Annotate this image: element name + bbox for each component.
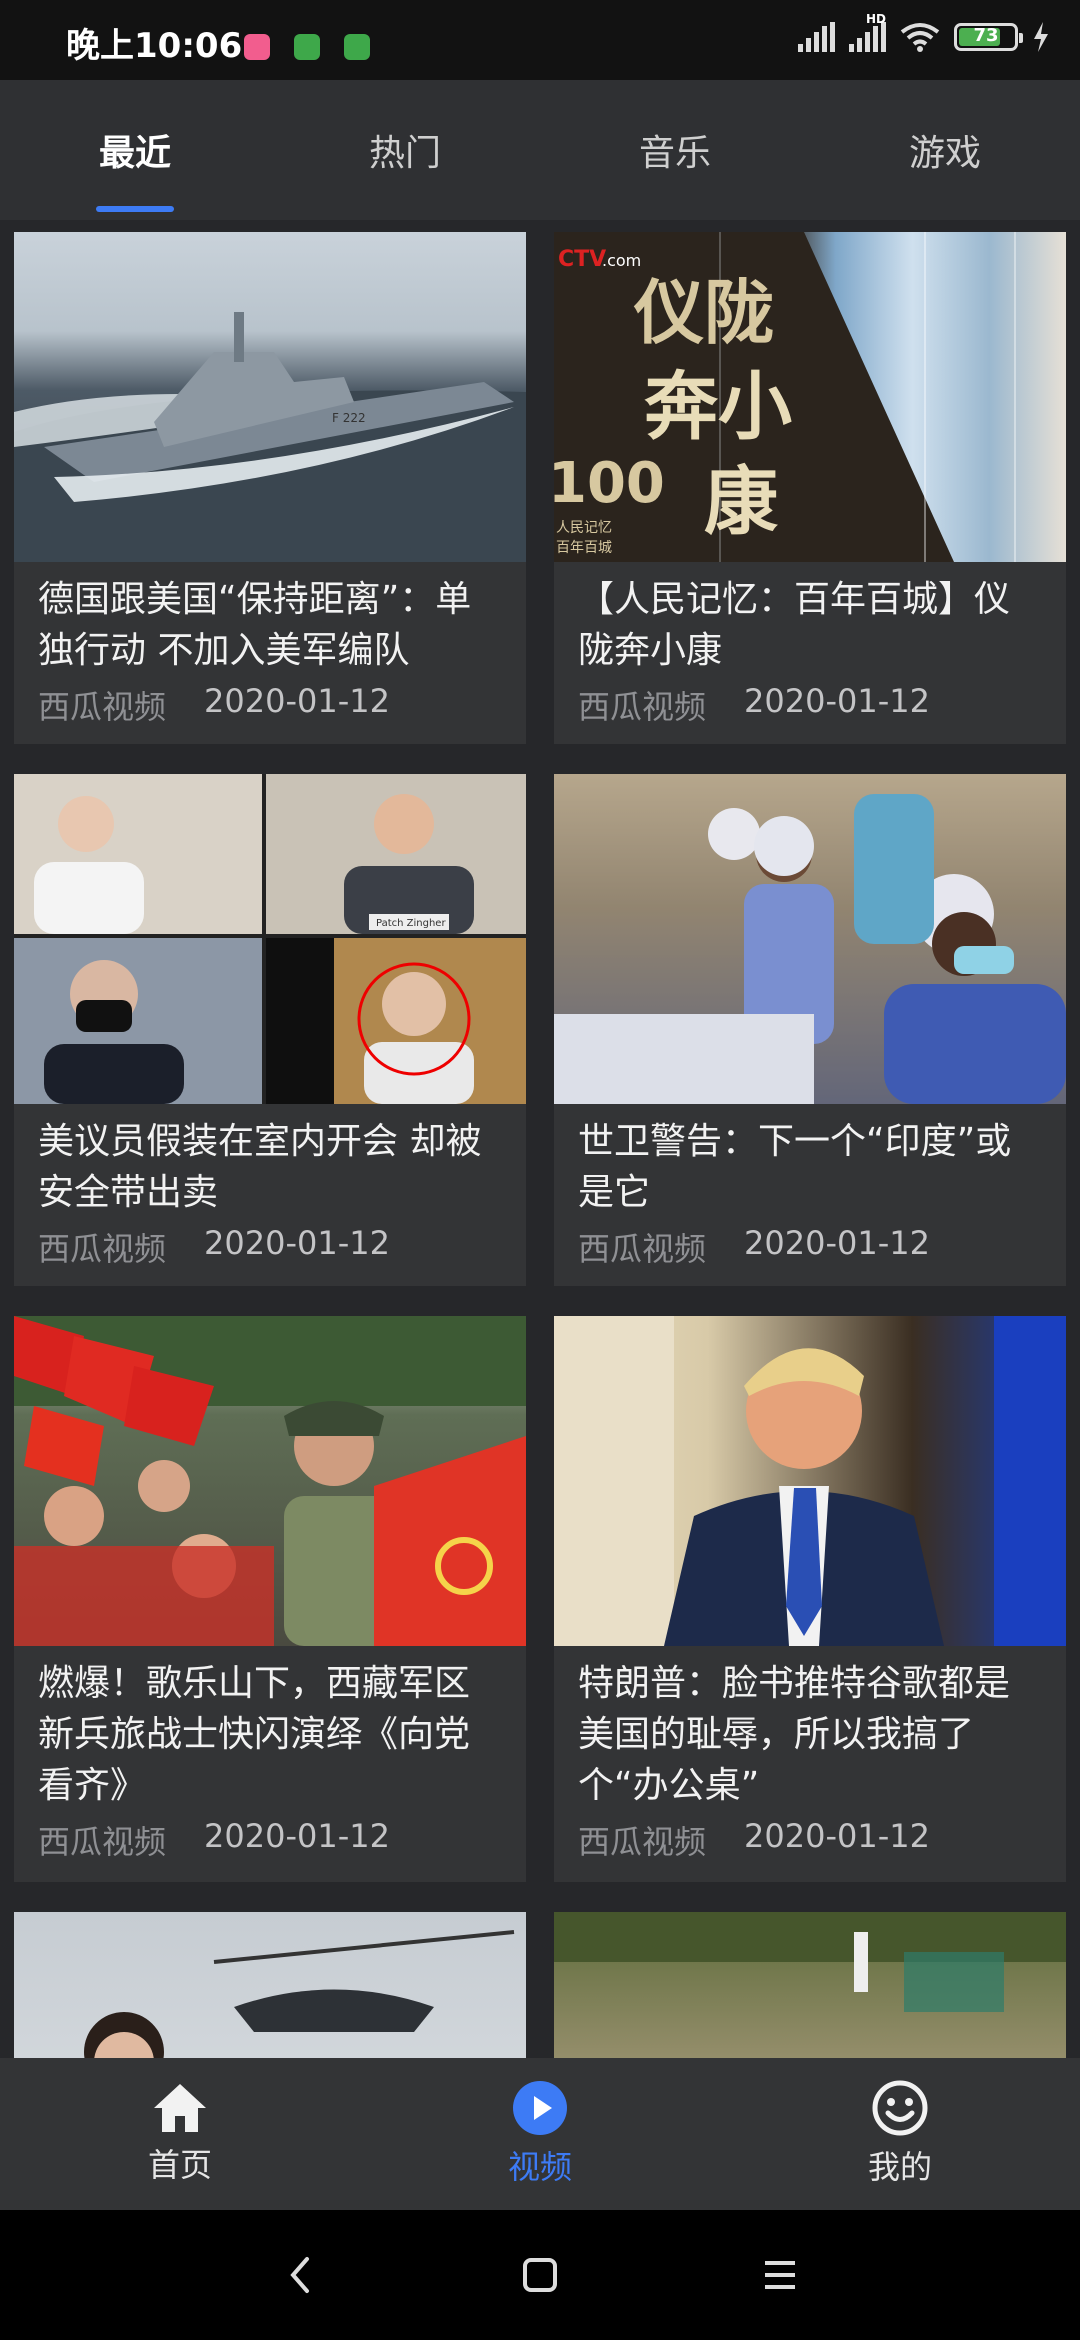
calligraphy-text: 康 (704, 459, 778, 545)
press-portrait-image (554, 1316, 1066, 1646)
battery-icon: 73 (954, 23, 1023, 51)
outdoor-scene-image (554, 1912, 1066, 2012)
video-thumbnail[interactable] (14, 1912, 526, 2058)
medical-staff-image (554, 774, 1066, 1104)
nav-label: 首页 (147, 2146, 212, 2184)
category-tabs: 最近 热门 音乐 游戏 (0, 80, 1080, 220)
video-card[interactable]: F 222 德国跟美国“保持距离”：单独行动 不加入美军编队 西瓜视频 2020… (14, 232, 526, 744)
calligraphy-text: 奔小 (644, 364, 792, 450)
video-source: 西瓜视频 (38, 1823, 167, 1861)
tab-label: 最近 (98, 133, 171, 174)
cctv-logo-suffix: .com (602, 251, 641, 270)
video-card[interactable] (14, 1912, 526, 2058)
active-tab-indicator (96, 206, 174, 212)
play-icon (513, 2081, 567, 2135)
signal-hd-icon: HD (849, 12, 886, 52)
bottom-navigation: 首页 视频 我的 (0, 2058, 1080, 2210)
tab-games[interactable]: 游戏 (810, 80, 1080, 220)
hundred-badge: 100 (554, 451, 665, 516)
cctv-logo: CTV (558, 247, 606, 272)
video-source: 西瓜视频 (38, 688, 167, 726)
bilibili-app-icon (244, 34, 270, 60)
video-meta: 西瓜视频 2020-01-12 (14, 1811, 526, 1881)
status-time: 晚上10:06 (66, 26, 243, 66)
battery-level: 73 (973, 25, 999, 46)
video-date: 2020-01-12 (744, 682, 930, 720)
video-source: 西瓜视频 (578, 1230, 707, 1268)
android-app-icon-2 (344, 34, 370, 60)
video-date: 2020-01-12 (204, 682, 390, 720)
menu-icon (765, 2261, 795, 2289)
video-thumbnail[interactable] (554, 774, 1066, 1104)
video-title[interactable]: 特朗普：脸书推特谷歌都是美国的耻辱，所以我搞了个“办公桌” (554, 1646, 1066, 1811)
video-title[interactable]: 【人民记忆：百年百城】仪陇奔小康 (554, 562, 1066, 676)
system-back-button[interactable] (180, 2255, 420, 2295)
video-date: 2020-01-12 (744, 1224, 930, 1262)
nav-profile[interactable]: 我的 (720, 2058, 1080, 2210)
tab-hot[interactable]: 热门 (270, 80, 540, 220)
video-title[interactable]: 燃爆！歌乐山下，西藏军区新兵旅战士快闪演绎《向党看齐》 (14, 1646, 526, 1811)
video-date: 2020-01-12 (744, 1817, 930, 1855)
video-title[interactable]: 世卫警告：下一个“印度”或是它 (554, 1104, 1066, 1218)
video-source: 西瓜视频 (38, 1230, 167, 1268)
video-thumbnail[interactable] (554, 1316, 1066, 1646)
signal-icon (798, 22, 835, 52)
video-meta: 西瓜视频 2020-01-12 (14, 1218, 526, 1288)
back-icon (290, 2257, 309, 2293)
wifi-icon (900, 23, 940, 52)
smile-icon (872, 2080, 928, 2136)
tab-label: 音乐 (638, 133, 711, 174)
network-label: HD (865, 12, 886, 26)
video-date: 2020-01-12 (204, 1817, 390, 1855)
video-card[interactable]: 特朗普：脸书推特谷歌都是美国的耻辱，所以我搞了个“办公桌” 西瓜视频 2020-… (554, 1316, 1066, 1882)
video-title[interactable]: 德国跟美国“保持距离”：单独行动 不加入美军编队 (14, 562, 526, 676)
video-source: 西瓜视频 (578, 1823, 707, 1861)
video-meta: 西瓜视频 2020-01-12 (14, 676, 526, 746)
video-thumbnail[interactable]: Patch Zingher (14, 774, 526, 1104)
nav-video[interactable]: 视频 (360, 2058, 720, 2210)
video-card[interactable]: CTV .com 仪陇 奔小 康 100 人民记忆 百年百城 【人民记忆：百年百… (554, 232, 1066, 744)
nav-home[interactable]: 首页 (0, 2058, 360, 2210)
nav-label: 我的 (867, 2148, 932, 2186)
calligraphy-text: 仪陇 (633, 271, 774, 354)
video-date: 2020-01-12 (204, 1224, 390, 1262)
calligraphy-poster-image: CTV .com 仪陇 奔小 康 100 人民记忆 百年百城 (554, 232, 1016, 562)
video-call-grid-image: Patch Zingher (14, 774, 526, 1104)
video-card[interactable]: Patch Zingher 美议员假装在室内开会 却被安全带出卖 西瓜视频 20… (14, 774, 526, 1286)
charging-icon (1034, 22, 1048, 52)
nav-label: 视频 (507, 2148, 572, 2186)
tab-label: 热门 (368, 133, 441, 174)
video-thumbnail[interactable] (14, 1316, 526, 1646)
zoom-nameplate: Patch Zingher (376, 918, 446, 929)
warship-image: F 222 (14, 312, 526, 562)
video-card[interactable]: 燃爆！歌乐山下，西藏军区新兵旅战士快闪演绎《向党看齐》 西瓜视频 2020-01… (14, 1316, 526, 1882)
video-feed[interactable]: F 222 德国跟美国“保持距离”：单独行动 不加入美军编队 西瓜视频 2020… (0, 220, 1080, 2058)
hull-number: F 222 (332, 411, 366, 425)
memory-label: 人民记忆 (556, 520, 612, 536)
home-square-icon (523, 2258, 557, 2292)
video-thumbnail[interactable]: F 222 (14, 232, 526, 562)
system-menu-button[interactable] (660, 2258, 900, 2292)
video-thumbnail[interactable]: CTV .com 仪陇 奔小 康 100 人民记忆 百年百城 (554, 232, 1066, 562)
system-home-button[interactable] (420, 2257, 660, 2293)
video-card[interactable]: 世卫警告：下一个“印度”或是它 西瓜视频 2020-01-12 (554, 774, 1066, 1286)
system-navigation-bar (0, 2210, 1080, 2340)
tab-label: 游戏 (908, 133, 981, 174)
home-icon (154, 2084, 206, 2132)
video-title[interactable]: 美议员假装在室内开会 却被安全带出卖 (14, 1104, 526, 1218)
android-app-icon (294, 34, 320, 60)
video-source: 西瓜视频 (578, 688, 707, 726)
video-meta: 西瓜视频 2020-01-12 (554, 1811, 1066, 1881)
tab-recent[interactable]: 最近 (0, 80, 270, 220)
video-meta: 西瓜视频 2020-01-12 (554, 676, 1066, 746)
video-meta: 西瓜视频 2020-01-12 (554, 1218, 1066, 1288)
video-card[interactable] (554, 1912, 1066, 2058)
video-thumbnail[interactable] (554, 1912, 1066, 2058)
memory-label-2: 百年百城 (556, 540, 612, 556)
status-bar: 晚上10:06 HD 73 (0, 0, 1080, 80)
tab-music[interactable]: 音乐 (540, 80, 810, 220)
flag-crowd-image (14, 1316, 526, 1646)
helicopter-image (84, 1930, 515, 2058)
